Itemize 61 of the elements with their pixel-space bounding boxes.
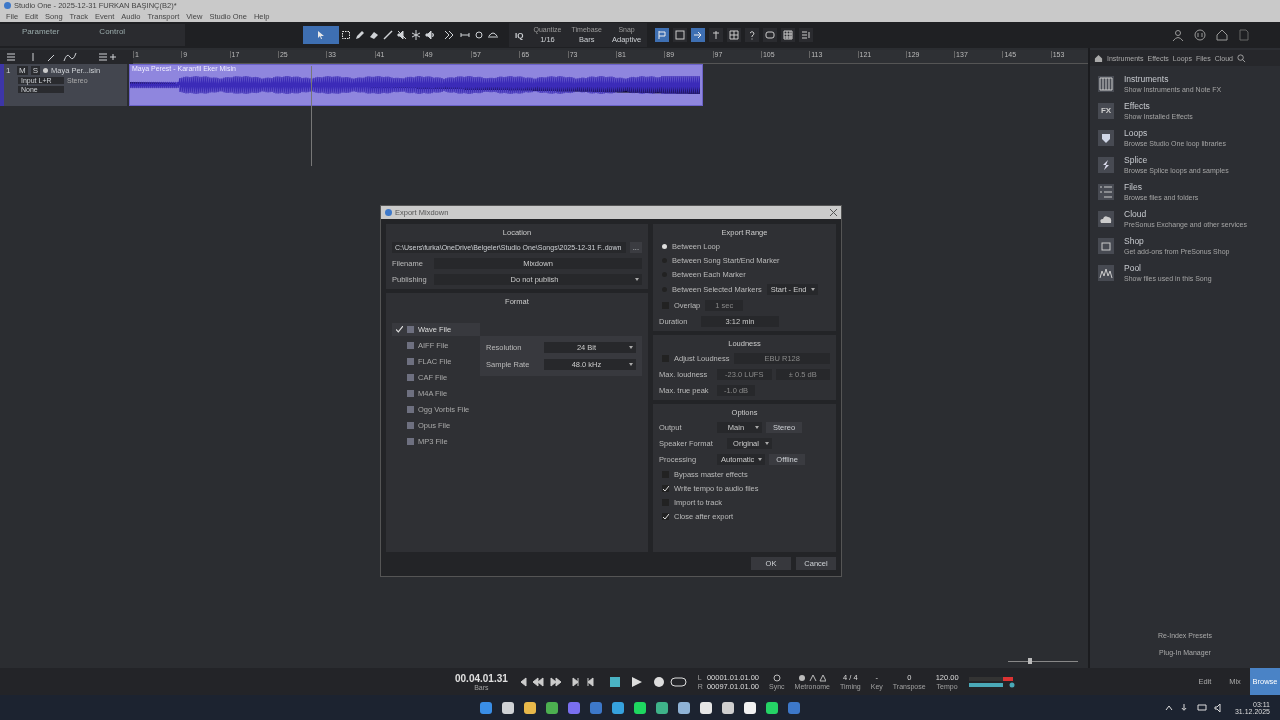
track-number: 1 xyxy=(6,66,12,75)
time-display: 00.04.01.31 xyxy=(455,672,508,684)
pencil-icon xyxy=(355,30,365,40)
range-tool-icon xyxy=(341,30,351,40)
parameter-label[interactable]: Parameter xyxy=(22,24,60,36)
sync-icon[interactable] xyxy=(771,673,782,682)
close-icon[interactable] xyxy=(830,209,837,216)
level-meter-drawing xyxy=(968,674,1017,689)
eraser-icon xyxy=(369,30,379,40)
performance-icon[interactable] xyxy=(1194,29,1206,41)
grid-icon xyxy=(729,30,740,40)
arrow-tool-icon xyxy=(316,30,326,40)
category-title[interactable]: Pool xyxy=(1124,263,1212,273)
control-label[interactable]: Control xyxy=(99,24,126,36)
category-icon[interactable] xyxy=(1098,210,1114,227)
category-icon[interactable] xyxy=(1098,156,1114,173)
radio-button[interactable] xyxy=(662,244,667,249)
category-title[interactable]: Effects xyxy=(1124,101,1193,111)
effects-icon[interactable]: FX xyxy=(1098,102,1114,119)
category-title[interactable]: Instruments xyxy=(1124,74,1222,84)
checkbox[interactable] xyxy=(662,485,669,492)
console-icon xyxy=(765,30,776,40)
square-icon xyxy=(675,30,686,40)
view-button[interactable] xyxy=(745,28,760,42)
arrow-icon xyxy=(693,30,704,40)
flag-icon xyxy=(657,30,668,40)
view-button[interactable] xyxy=(691,28,706,42)
category-icon[interactable] xyxy=(1098,237,1114,254)
record-icon[interactable] xyxy=(43,68,48,73)
metronome-icon[interactable] xyxy=(798,673,827,682)
category-title[interactable]: Splice xyxy=(1124,155,1229,165)
category-title[interactable]: Cloud xyxy=(1124,209,1247,219)
layout-icon xyxy=(801,30,812,40)
category-title[interactable]: Loops xyxy=(1124,128,1226,138)
category-title[interactable]: Shop xyxy=(1124,236,1230,246)
category-icon[interactable] xyxy=(1098,183,1114,200)
check-icon xyxy=(396,326,403,333)
home-icon[interactable] xyxy=(1094,53,1103,63)
slider-thumb[interactable] xyxy=(1027,658,1032,664)
line-tool-icon xyxy=(383,30,393,40)
app-logo-icon xyxy=(385,209,392,216)
solo-button[interactable]: S xyxy=(30,66,40,75)
checkbox[interactable] xyxy=(662,513,669,520)
iq-label[interactable]: IQ xyxy=(515,30,524,40)
pin-icon xyxy=(711,30,722,40)
app-logo-icon xyxy=(4,2,11,9)
view-button[interactable] xyxy=(781,28,796,42)
speaker-icon xyxy=(425,30,435,40)
view-button[interactable] xyxy=(655,28,670,42)
category-icon[interactable] xyxy=(1098,264,1114,281)
mute-button[interactable]: M xyxy=(17,66,28,75)
category-icon[interactable] xyxy=(1098,129,1114,146)
category-title[interactable]: Files xyxy=(1124,182,1199,192)
category-icon[interactable] xyxy=(1098,75,1114,92)
split-icon xyxy=(411,30,421,40)
edit-tools-icon[interactable] xyxy=(445,30,501,40)
mute-icon xyxy=(397,30,407,40)
grid-icon xyxy=(783,30,794,40)
view-button[interactable] xyxy=(727,28,742,42)
home-icon[interactable] xyxy=(1216,29,1228,41)
user-icon[interactable] xyxy=(1172,29,1184,41)
